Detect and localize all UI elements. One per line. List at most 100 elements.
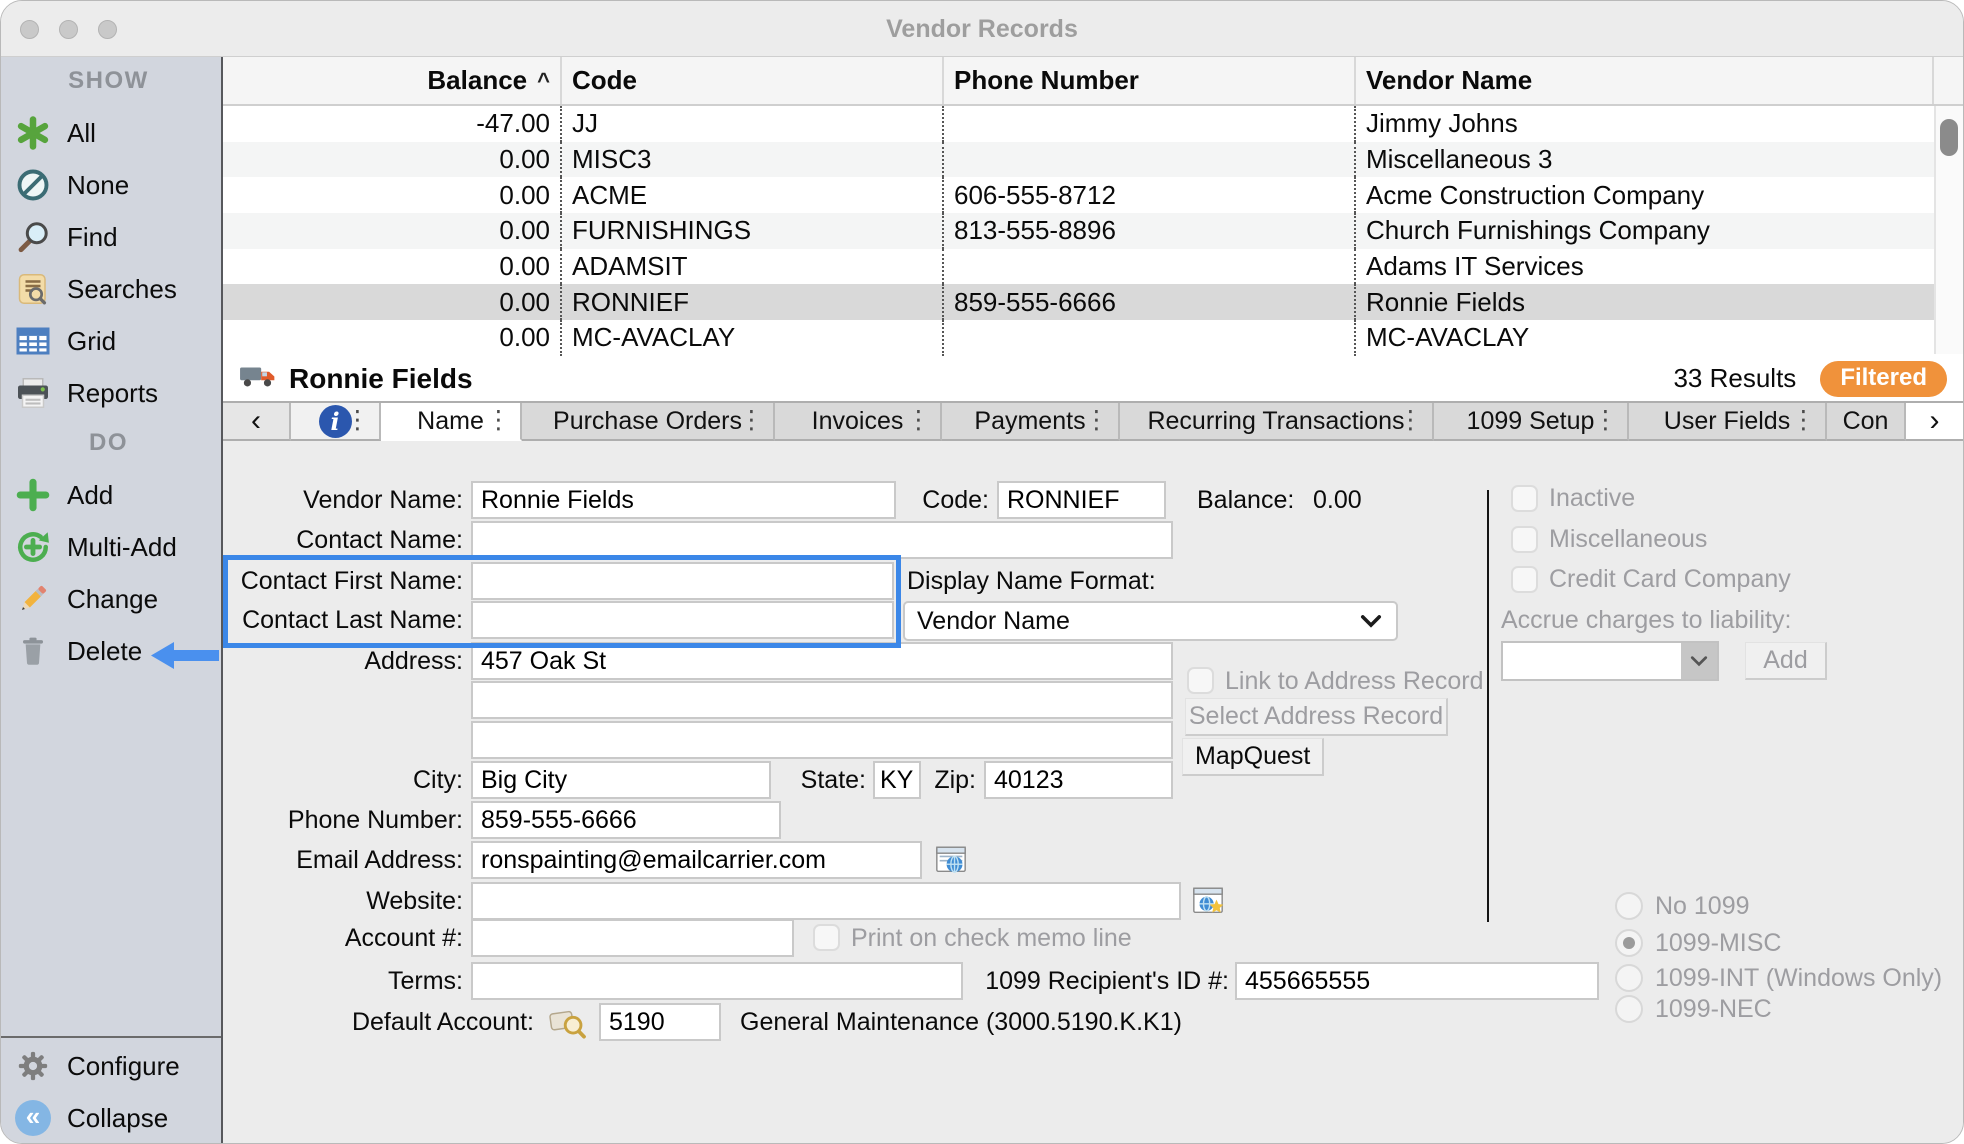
tab-recurring-transactions[interactable]: Recurring Transactions⋮ [1120,403,1434,441]
select-address-record-button[interactable]: Select Address Record [1185,698,1448,736]
sidebar-item-add[interactable]: Add [1,473,221,517]
sidebar-item-change[interactable]: Change [1,577,221,621]
column-header-balance[interactable]: Balance ^ [223,57,560,104]
sidebar-show-header: SHOW [1,67,216,95]
terms-label: Terms: [223,962,463,1000]
column-header-spacer [1934,57,1963,104]
tab-contacts-truncated[interactable]: Con [1827,403,1906,441]
sidebar-do-header: DO [1,429,216,457]
display-name-format-label: Display Name Format: [907,562,1156,600]
zoom-window-button[interactable] [98,20,117,39]
1099-nec-radio[interactable] [1615,995,1643,1023]
scrollbar-thumb[interactable] [1940,119,1958,156]
no-entry-icon [13,167,53,203]
tab-1099-setup[interactable]: 1099 Setup⋮ [1434,403,1629,441]
tab-user-fields[interactable]: User Fields⋮ [1629,403,1827,441]
default-account-input[interactable] [599,1003,721,1041]
tab-menu-dots-icon[interactable]: ⋮ [906,408,931,433]
1099-nec-label: 1099-NEC [1655,990,1772,1028]
sidebar: SHOW All None Find Searches [1,57,223,1144]
contact-name-input[interactable] [471,521,1173,559]
no-1099-radio[interactable] [1615,892,1643,920]
code-label: Code: [789,481,989,519]
tab-menu-dots-icon[interactable]: ⋮ [486,408,511,433]
recipient-id-input[interactable] [1235,962,1599,1000]
combo-dropdown-button[interactable] [1681,643,1717,679]
table-row[interactable]: 0.00FURNISHINGS813-555-8896Church Furnis… [223,213,1963,249]
table-row[interactable]: 0.00ADAMSITAdams IT Services [223,249,1963,285]
tab-info[interactable]: i ⋮ [291,403,381,441]
sidebar-item-grid[interactable]: Grid [1,319,221,363]
credit-card-company-checkbox[interactable] [1511,566,1538,593]
tab-payments[interactable]: Payments⋮ [942,403,1120,441]
table-row[interactable]: 0.00MISC3Miscellaneous 3 [223,142,1963,178]
print-memo-checkbox[interactable] [813,924,840,951]
tab-purchase-orders[interactable]: Purchase Orders⋮ [522,403,775,441]
filtered-badge[interactable]: Filtered [1820,361,1947,397]
code-input[interactable] [997,481,1166,519]
display-name-format-dropdown[interactable]: Vendor Name [903,601,1398,641]
tab-menu-dots-icon[interactable]: ⋮ [1084,408,1109,433]
accrue-liability-label: Accrue charges to liability: [1501,601,1791,639]
table-row[interactable]: 0.00ACME606-555-8712Acme Construction Co… [223,177,1963,213]
inactive-checkbox[interactable] [1511,485,1538,512]
chevron-left-icon: ‹ [251,404,261,438]
record-header-bar: Ronnie Fields 33 Results Filtered [223,356,1963,401]
vendor-name-label: Vendor Name: [223,481,463,519]
accrue-liability-combobox[interactable] [1501,641,1719,681]
record-title: Ronnie Fields [289,363,473,395]
column-header-vendor-name[interactable]: Vendor Name [1354,57,1934,104]
sidebar-item-reports[interactable]: Reports [1,371,221,415]
email-address-input[interactable] [471,841,922,879]
zip-input[interactable] [984,761,1173,799]
mapquest-button[interactable]: MapQuest [1182,738,1324,776]
column-header-phone[interactable]: Phone Number [942,57,1354,104]
table-scrollbar[interactable] [1934,106,1963,354]
column-header-code[interactable]: Code [560,57,942,104]
sidebar-item-find[interactable]: Find [1,215,221,259]
table-row[interactable]: -47.00JJJimmy Johns [223,106,1963,142]
table-row-selected[interactable]: 0.00RONNIEF859-555-6666Ronnie Fields [223,284,1963,320]
address-line1-input[interactable] [471,642,1173,680]
contact-last-name-input[interactable] [471,601,894,639]
tab-menu-dots-icon[interactable]: ⋮ [739,408,764,433]
contact-first-name-input[interactable] [471,562,894,600]
send-email-icon[interactable] [934,843,968,884]
open-website-icon[interactable] [1191,884,1225,925]
tab-invoices[interactable]: Invoices⋮ [775,403,942,441]
account-lookup-icon[interactable] [549,1007,587,1046]
miscellaneous-checkbox[interactable] [1511,526,1538,553]
website-label: Website: [223,882,463,920]
1099-misc-radio-selected[interactable] [1615,929,1643,957]
title-bar: Vendor Records [1,1,1963,57]
address-line3-input[interactable] [471,721,1173,759]
plus-icon [13,478,53,512]
chevron-down-icon [1690,655,1708,667]
table-row[interactable]: 0.00MC-AVACLAYMC-AVACLAY [223,320,1963,356]
close-window-button[interactable] [20,20,39,39]
address-line2-input[interactable] [471,681,1173,719]
accrue-add-button[interactable]: Add [1745,642,1827,680]
account-number-input[interactable] [471,919,794,957]
sidebar-item-none[interactable]: None [1,163,221,207]
minimize-window-button[interactable] [59,20,78,39]
tab-menu-dots-icon[interactable]: ⋮ [1791,408,1816,433]
tab-scroll-right-button[interactable]: › [1906,403,1963,441]
tab-menu-dots-icon[interactable]: ⋮ [345,408,370,433]
tab-scroll-left-button[interactable]: ‹ [223,403,291,441]
tab-menu-dots-icon[interactable]: ⋮ [1398,408,1423,433]
link-address-checkbox[interactable] [1187,667,1214,694]
sidebar-item-collapse[interactable]: « Collapse [1,1096,221,1140]
tab-menu-dots-icon[interactable]: ⋮ [1593,408,1618,433]
vendor-table: Balance ^ Code Phone Number Vendor Name … [223,57,1963,356]
sidebar-item-multi-add[interactable]: Multi-Add [1,525,221,569]
annotation-arrow-left [151,642,219,674]
website-input[interactable] [471,882,1181,920]
phone-number-input[interactable] [471,801,781,839]
sidebar-item-searches[interactable]: Searches [1,267,221,311]
tab-name[interactable]: Name⋮ [381,403,522,441]
sidebar-item-all[interactable]: All [1,111,221,155]
1099-int-radio[interactable] [1615,964,1643,992]
sidebar-item-configure[interactable]: Configure [1,1044,221,1088]
balance-label: Balance: [1197,481,1294,519]
